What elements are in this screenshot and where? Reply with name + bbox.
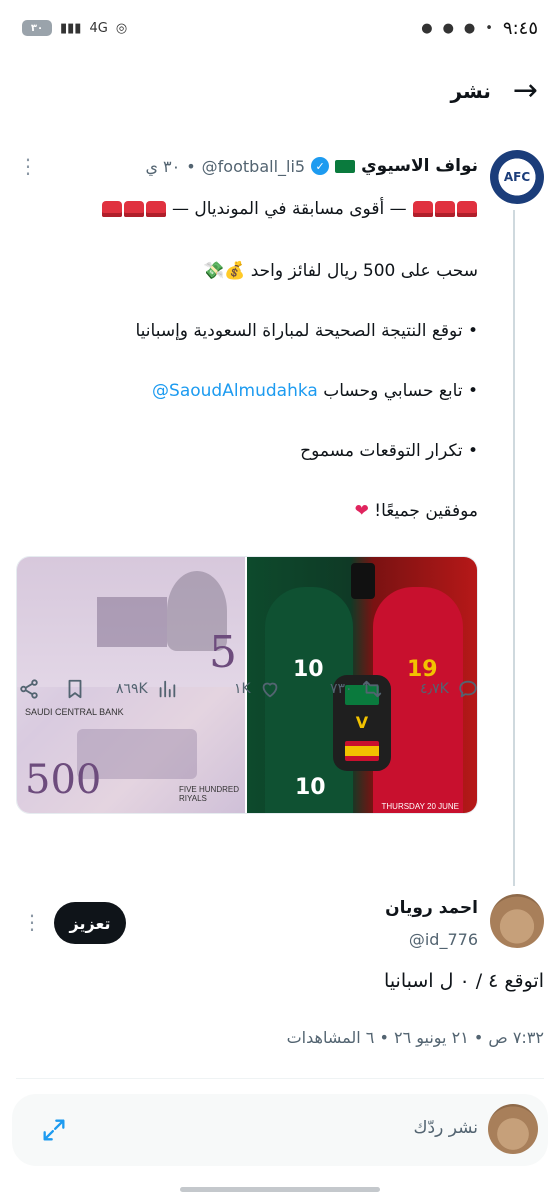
like-button[interactable]: ١K <box>234 678 281 700</box>
headline-line: — أقوى مسابقة في المونديال — <box>78 196 478 222</box>
post-metadata: ٧:٣٢ ص • ٢١ يونيو ٢٦ • ٦ المشاهدات <box>286 1028 544 1047</box>
reply-input[interactable]: نشر ردّك <box>414 1118 478 1138</box>
battery-icon: ٣٠ <box>22 20 52 36</box>
share-icon <box>20 679 38 699</box>
snapchat-icon: ● <box>421 20 433 36</box>
more-options-icon[interactable]: ⋮ <box>22 910 42 934</box>
rule-1: • توقع النتيجة الصحيحة لمباراة السعودية … <box>135 321 478 341</box>
tweet-time: ٣٠ ي <box>145 156 181 176</box>
siren-icon <box>123 201 144 217</box>
views-icon <box>159 680 175 698</box>
snapchat-icon: ● <box>463 20 476 36</box>
status-left: ٣٠ ▮▮▮ 4G ◎ <box>22 20 127 36</box>
action-bar: ٨٦٩K ١K ٧٣٠ ٤٫٧K <box>0 678 560 714</box>
repost-icon <box>362 680 381 698</box>
repost-button[interactable]: ٧٣٠ <box>330 678 383 700</box>
arrow-right-icon[interactable]: → <box>513 76 538 106</box>
reply-text: اتوقع ٤ / ٠ ل اسبانيا <box>384 970 544 992</box>
rule-2-text: • تابع حسابي وحساب <box>317 381 478 401</box>
siren-icon <box>413 201 433 217</box>
spain-flag-icon <box>345 740 379 761</box>
bookmark-button[interactable] <box>64 678 86 700</box>
world-cup-logo <box>351 563 375 599</box>
avatar[interactable] <box>490 894 544 948</box>
reply-author-handle[interactable]: @id_776 <box>409 930 478 949</box>
avatar-logo-text: AFC <box>503 170 531 184</box>
match-date: THURSDAY 20 JUNE <box>381 802 460 811</box>
heart-icon <box>262 682 278 698</box>
siren-icon <box>101 201 122 217</box>
reposts-count: ٧٣٠ <box>330 681 353 697</box>
prize-line: سحب على 500 ريال لفائز واحد 💰💸 <box>78 258 478 284</box>
reply-author-name[interactable]: احمد رويان <box>385 898 478 918</box>
closing-text: موفقين جميعًا! <box>368 501 478 521</box>
tweet-body: — أقوى مسابقة في المونديال — سحب على 500… <box>78 196 478 524</box>
rule-2: • تابع حسابي وحساب SaoudAlmudahka@ <box>78 378 478 404</box>
home-indicator[interactable] <box>180 1187 380 1192</box>
more-options-icon[interactable]: ⋮ <box>18 154 38 178</box>
reply-button[interactable]: ٤٫٧K <box>420 678 479 700</box>
reply-tweet: احمد رويان @id_776 تعزيز ⋮ اتوقع ٤ / ٠ ل… <box>0 894 560 1024</box>
prize-text: سحب على 500 ريال لفائز واحد <box>250 261 478 281</box>
versus-label: V <box>355 713 369 733</box>
signal-icon: ▮▮▮ <box>60 20 82 36</box>
heart-emoji: ❤ <box>354 501 369 521</box>
banknote-five: 5 <box>209 627 237 678</box>
banknote-value: 500 <box>25 757 102 803</box>
separator-dot: • <box>186 156 196 176</box>
replies-count: ٤٫٧K <box>420 681 449 697</box>
reply-composer[interactable]: نشر ردّك <box>12 1094 548 1166</box>
divider <box>16 1078 544 1079</box>
expand-icon[interactable] <box>40 1116 68 1144</box>
siren-icon <box>145 201 166 217</box>
dot-icon: • <box>485 20 493 36</box>
tweet-header: نواف الاسيوي ✓ @football_li5 • ٣٠ ي <box>145 156 478 176</box>
shorts-number: 10 <box>295 775 326 800</box>
bookmark-icon <box>68 679 82 699</box>
avatar[interactable]: AFC <box>490 150 544 204</box>
reply-icon <box>459 680 477 698</box>
header: → نشر <box>0 62 560 120</box>
author-handle[interactable]: @football_li5 <box>202 157 305 176</box>
share-button[interactable] <box>18 678 40 700</box>
mention-link[interactable]: SaoudAlmudahka@ <box>152 381 318 401</box>
siren-icon <box>457 201 477 217</box>
views-button[interactable]: ٨٦٩K <box>116 678 178 700</box>
saudi-flag-icon <box>335 159 356 173</box>
closing-line: موفقين جميعًا! ❤ <box>78 498 478 524</box>
status-right: ● ● ● • ٩:٤٥ <box>421 18 538 39</box>
author-name[interactable]: نواف الاسيوي <box>361 156 478 176</box>
status-bar: ٣٠ ▮▮▮ 4G ◎ ● ● ● • ٩:٤٥ <box>0 0 560 56</box>
banknote-bottom-text: FIVE HUNDRED RIYALS <box>178 785 239 803</box>
hotspot-icon: ◎ <box>115 20 128 36</box>
siren-icon <box>435 201 455 217</box>
boost-button[interactable]: تعزيز <box>54 902 126 944</box>
money-wings-icon: 💸 <box>203 261 225 281</box>
rule-3: • تكرار التوقعات مسموح <box>300 441 478 461</box>
views-count: ٨٦٩K <box>116 681 148 697</box>
banknote-kaaba <box>97 597 167 647</box>
avatar <box>488 1104 538 1154</box>
app-icon: ● <box>442 20 454 36</box>
likes-count: ١K <box>234 681 251 697</box>
money-bag-icon: 💰 <box>224 261 246 281</box>
page-title: نشر <box>450 79 491 103</box>
headline-text: — أقوى مسابقة في المونديال — <box>172 199 407 219</box>
thread-line <box>513 210 515 886</box>
network-type: 4G <box>89 20 108 36</box>
status-time: ٩:٤٥ <box>502 17 538 39</box>
verified-icon: ✓ <box>311 157 330 175</box>
